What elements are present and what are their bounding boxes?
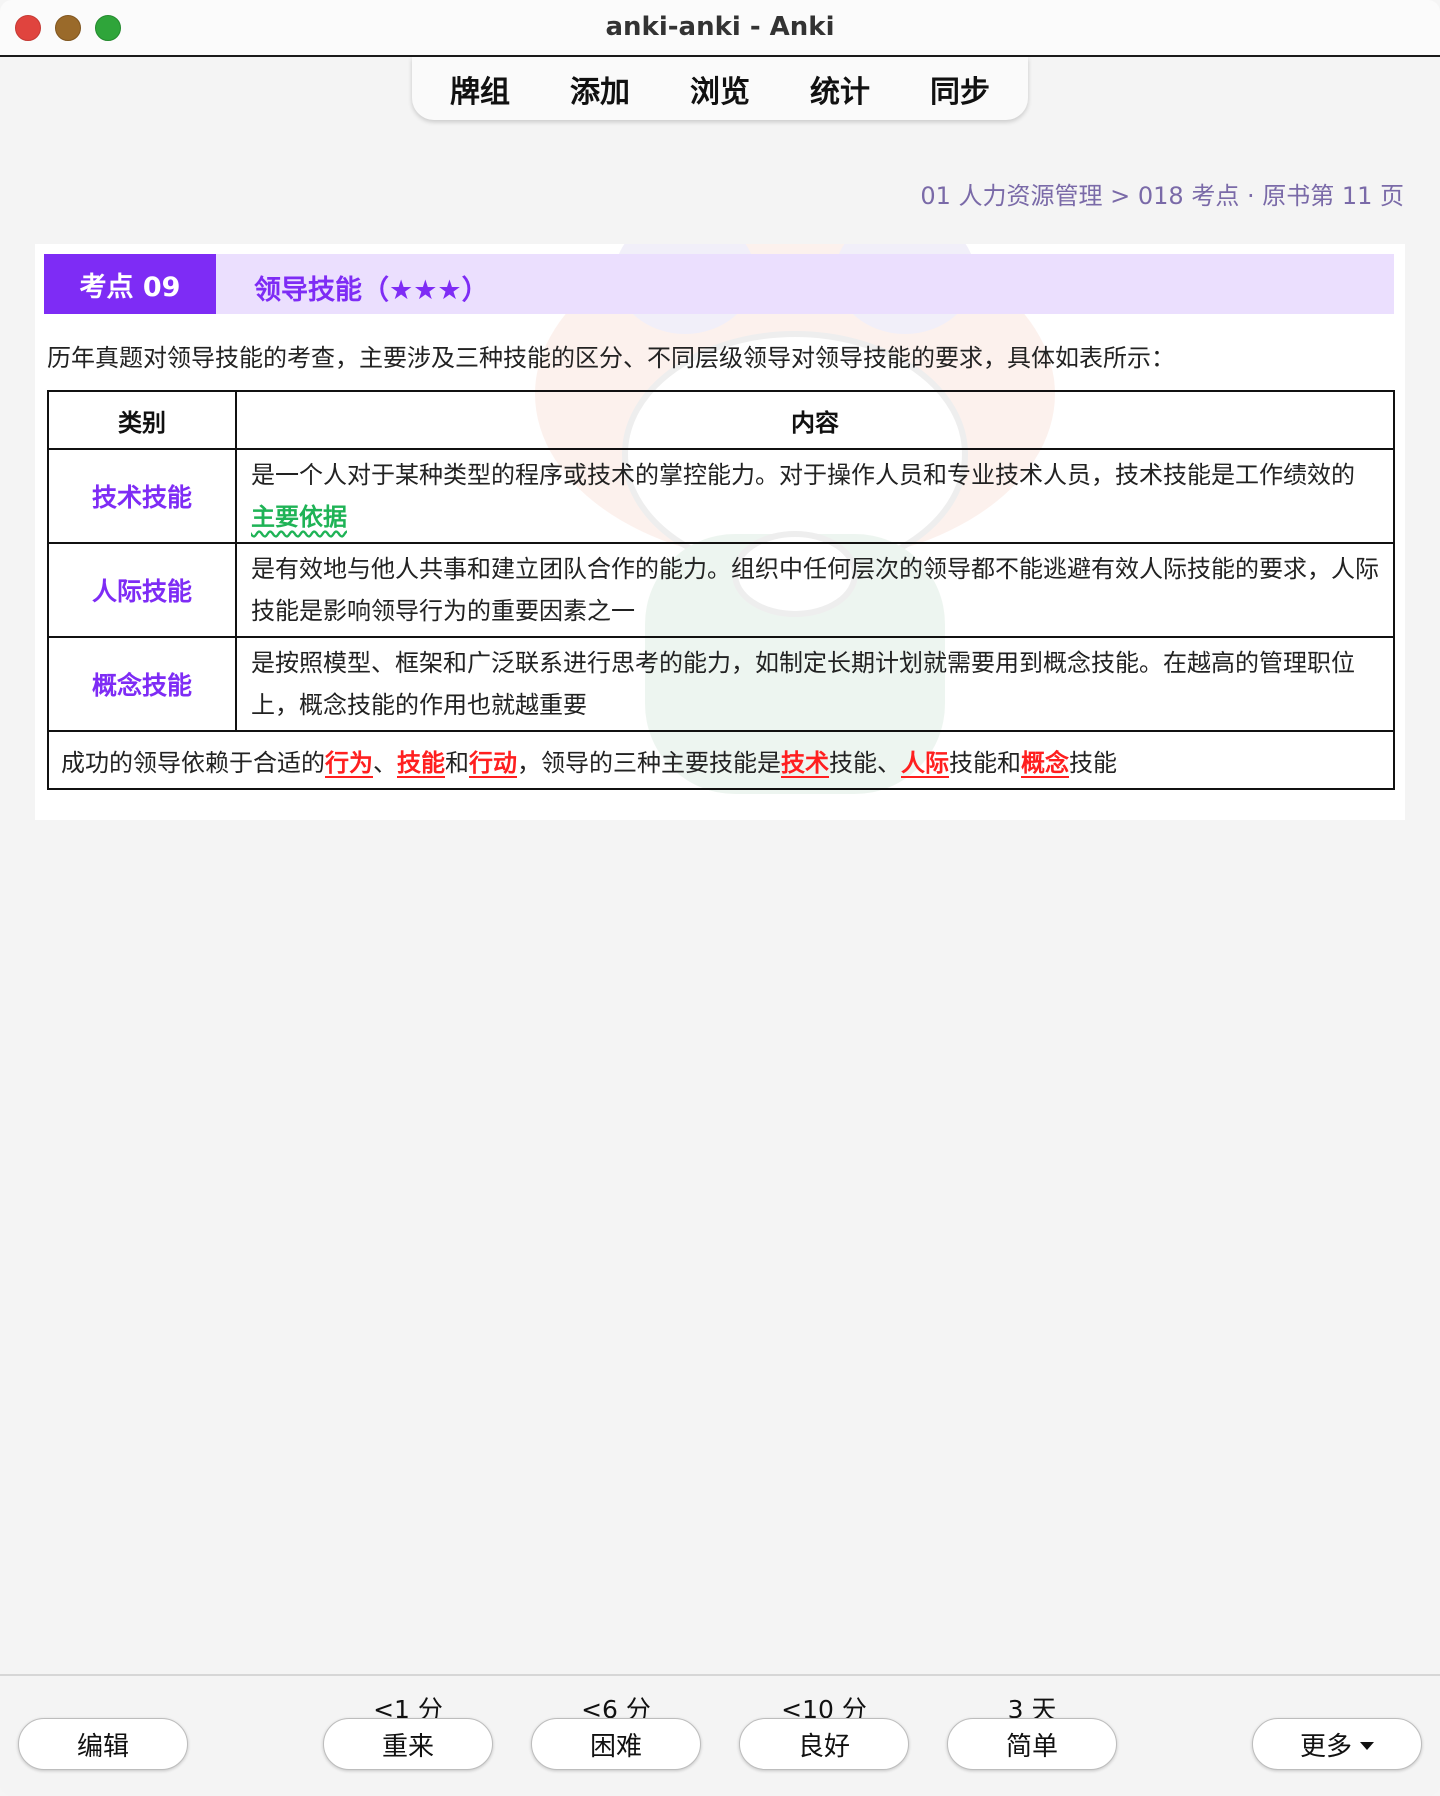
more-button-label: 更多 — [1299, 1731, 1352, 1762]
nav-browse[interactable]: 浏览 — [690, 67, 750, 111]
summary-text: 、 — [373, 748, 397, 777]
summary-text: ，领导的三种主要技能是 — [517, 748, 781, 777]
table-row: 技术技能 是一个人对于某种类型的程序或技术的掌控能力。对于操作人员和专业技术人员… — [47, 448, 1395, 544]
easy-button-label: 简单 — [1005, 1731, 1058, 1762]
edit-button[interactable]: 编辑 — [18, 1718, 188, 1770]
answer-bar: 编辑 <1 分 重来 <6 分 困难 <10 分 良好 3 天 简单 更多 — [0, 1674, 1440, 1796]
more-button[interactable]: 更多 — [1252, 1718, 1422, 1770]
knowledge-point-header: 考点 09 领导技能（★★★） — [44, 254, 1394, 314]
row-content: 是一个人对于某种类型的程序或技术的掌控能力。对于操作人员和专业技术人员，技术技能… — [235, 448, 1395, 544]
easy-button[interactable]: 简单 — [947, 1718, 1117, 1770]
caret-down-icon — [1360, 1742, 1374, 1750]
row-category: 概念技能 — [47, 636, 237, 732]
again-button[interactable]: 重来 — [323, 1718, 493, 1770]
card-content: 考点 09 领导技能（★★★） 历年真题对领导技能的考查，主要涉及三种技能的区分… — [35, 244, 1405, 820]
nav-decks[interactable]: 牌组 — [450, 67, 510, 111]
row-content-text: 是一个人对于某种类型的程序或技术的掌控能力。对于操作人员和专业技术人员，技术技能… — [251, 461, 1355, 489]
summary-keyword: 技术 — [781, 748, 829, 777]
summary-cell: 成功的领导依赖于合适的行为、技能和行动，领导的三种主要技能是技术技能、人际技能和… — [47, 730, 1395, 790]
hard-button[interactable]: 困难 — [531, 1718, 701, 1770]
row-category: 人际技能 — [47, 542, 237, 638]
nav-sync[interactable]: 同步 — [930, 67, 990, 111]
summary-text: 成功的领导依赖于合适的 — [61, 748, 325, 777]
again-button-label: 重来 — [381, 1731, 434, 1762]
nav-stats[interactable]: 统计 — [810, 67, 870, 111]
hard-button-label: 困难 — [589, 1731, 642, 1762]
top-nav: 牌组 添加 浏览 统计 同步 — [412, 57, 1028, 120]
summary-keyword: 行为 — [325, 748, 373, 777]
table-row: 人际技能 是有效地与他人共事和建立团队合作的能力。组织中任何层次的领导都不能逃避… — [47, 542, 1395, 638]
table-summary-row: 成功的领导依赖于合适的行为、技能和行动，领导的三种主要技能是技术技能、人际技能和… — [47, 730, 1395, 790]
edit-button-label: 编辑 — [76, 1731, 129, 1762]
breadcrumb: 01 人力资源管理 > 018 考点 · 原书第 11 页 — [920, 182, 1404, 210]
column-header-category: 类别 — [47, 390, 237, 450]
window-title: anki-anki - Anki — [605, 12, 835, 42]
skills-table: 类别 内容 技术技能 是一个人对于某种类型的程序或技术的掌控能力。对于操作人员和… — [47, 390, 1395, 790]
row-content: 是有效地与他人共事和建立团队合作的能力。组织中任何层次的领导都不能逃避有效人际技… — [235, 542, 1395, 638]
highlight-keyword: 主要依据 — [251, 503, 347, 531]
anki-window: anki-anki - Anki 牌组 添加 浏览 统计 同步 01 人力资源管… — [0, 0, 1440, 1796]
summary-text: 技能、 — [829, 748, 901, 777]
table-row: 概念技能 是按照模型、框架和广泛联系进行思考的能力，如制定长期计划就需要用到概念… — [47, 636, 1395, 732]
summary-text: 和 — [445, 748, 469, 777]
summary-keyword: 技能 — [397, 748, 445, 777]
intro-text: 历年真题对领导技能的考查，主要涉及三种技能的区分、不同层级领导对领导技能的要求，… — [47, 344, 1175, 372]
nav-add[interactable]: 添加 — [570, 67, 630, 111]
good-button[interactable]: 良好 — [739, 1718, 909, 1770]
knowledge-point-badge: 考点 09 — [44, 254, 216, 314]
title-bar: anki-anki - Anki — [0, 0, 1440, 57]
row-content: 是按照模型、框架和广泛联系进行思考的能力，如制定长期计划就需要用到概念技能。在越… — [235, 636, 1395, 732]
summary-keyword: 行动 — [469, 748, 517, 777]
summary-text: 技能 — [1069, 748, 1117, 777]
summary-keyword: 人际 — [901, 748, 949, 777]
summary-keyword: 概念 — [1021, 748, 1069, 777]
summary-text: 技能和 — [949, 748, 1021, 777]
column-header-content: 内容 — [235, 390, 1395, 450]
knowledge-point-title: 领导技能（★★★） — [254, 275, 489, 306]
row-category: 技术技能 — [47, 448, 237, 544]
table-header-row: 类别 内容 — [47, 390, 1395, 450]
good-button-label: 良好 — [797, 1731, 850, 1762]
